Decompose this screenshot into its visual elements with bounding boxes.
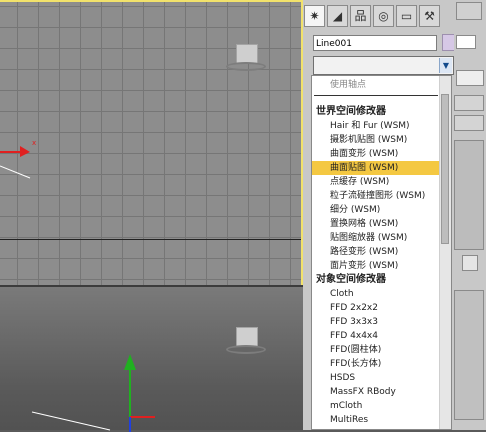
- peek-row: [454, 95, 484, 111]
- peek-stack: [454, 140, 484, 250]
- peek-rollout: [454, 290, 484, 420]
- display-tab-icon[interactable]: ▭: [396, 5, 417, 27]
- dropdown-scrollbar[interactable]: [439, 76, 451, 429]
- world-modifier-item[interactable]: 曲面变形 (WSM): [312, 147, 451, 161]
- motion-tab-icon[interactable]: ◎: [373, 5, 394, 27]
- scrollbar-thumb[interactable]: [441, 94, 449, 244]
- world-modifier-item[interactable]: 置换网格 (WSM): [312, 217, 451, 231]
- chevron-down-icon[interactable]: ▼: [439, 58, 452, 73]
- object-modifier-item[interactable]: FFD(圆柱体): [312, 343, 451, 357]
- modify-tab-icon[interactable]: ◢: [327, 5, 348, 27]
- viewcube-ring-icon: [226, 62, 266, 71]
- world-modifier-item[interactable]: Hair 和 Fur (WSM): [312, 119, 451, 133]
- viewcube-perspective[interactable]: [226, 325, 266, 365]
- object-modifier-item[interactable]: FFD(长方体): [312, 357, 451, 371]
- object-modifier-item[interactable]: FFD 3x3x3: [312, 315, 451, 329]
- viewcube-box-icon: [236, 44, 258, 64]
- viewcube-top[interactable]: [226, 42, 266, 82]
- object-modifier-item[interactable]: HSDS: [312, 371, 451, 385]
- grid-axis-line-horizontal: [0, 239, 301, 240]
- viewcube-box-icon: [236, 327, 258, 347]
- object-modifier-item[interactable]: mCloth: [312, 399, 451, 413]
- axis-gizmo-top: [0, 146, 31, 179]
- object-modifier-item[interactable]: MultiRes: [312, 413, 451, 427]
- world-modifier-item[interactable]: 摄影机贴图 (WSM): [312, 133, 451, 147]
- transform-gizmo[interactable]: [20, 342, 180, 432]
- peek-button-icon[interactable]: [462, 255, 478, 271]
- peek-row: [454, 115, 484, 131]
- modifier-dropdown-list[interactable]: 使用轴点 世界空间修改器 Hair 和 Fur (WSM) 摄影机贴图 (WSM)…: [311, 75, 452, 430]
- object-space-header: 对象空间修改器: [316, 274, 386, 285]
- world-modifier-item[interactable]: 粒子流碰撞图形 (WSM): [312, 189, 451, 203]
- command-panel-tabs: ✷ ◢ 品 ◎ ▭ ⚒: [304, 5, 454, 29]
- peek-dropdown[interactable]: [456, 70, 484, 86]
- divider: [314, 95, 438, 96]
- modifier-list-dropdown[interactable]: ▼: [313, 56, 454, 75]
- world-modifier-item[interactable]: 细分 (WSM): [312, 203, 451, 217]
- viewcube-ring-icon: [226, 345, 266, 354]
- world-modifier-item[interactable]: 路径变形 (WSM): [312, 245, 451, 259]
- world-modifier-item[interactable]: 面片变形 (WSM): [312, 259, 451, 273]
- peek-field[interactable]: [456, 35, 476, 49]
- create-tab-icon[interactable]: ✷: [304, 5, 325, 27]
- object-name-field[interactable]: Line001: [313, 35, 437, 51]
- hierarchy-tab-icon[interactable]: 品: [350, 5, 371, 27]
- world-modifier-item[interactable]: 曲面贴图 (WSM): [312, 161, 451, 175]
- world-space-header: 世界空间修改器: [316, 106, 386, 117]
- object-modifier-item[interactable]: FFD 4x4x4: [312, 329, 451, 343]
- object-modifier-item[interactable]: MassFX RBody: [312, 385, 451, 399]
- perspective-viewport[interactable]: [0, 287, 303, 432]
- object-modifier-item[interactable]: FFD 2x2x2: [312, 301, 451, 315]
- world-modifier-item[interactable]: 贴图缩放器 (WSM): [312, 231, 451, 245]
- peek-tab-icon[interactable]: [456, 2, 482, 20]
- x-axis-label: x: [32, 139, 37, 147]
- top-viewport[interactable]: x: [0, 0, 303, 287]
- object-modifier-item[interactable]: Cloth: [312, 287, 451, 301]
- panel-peek-area: [454, 0, 486, 430]
- pivot-option[interactable]: 使用轴点: [330, 78, 451, 92]
- utilities-tab-icon[interactable]: ⚒: [419, 5, 440, 27]
- world-modifier-item[interactable]: 点缓存 (WSM): [312, 175, 451, 189]
